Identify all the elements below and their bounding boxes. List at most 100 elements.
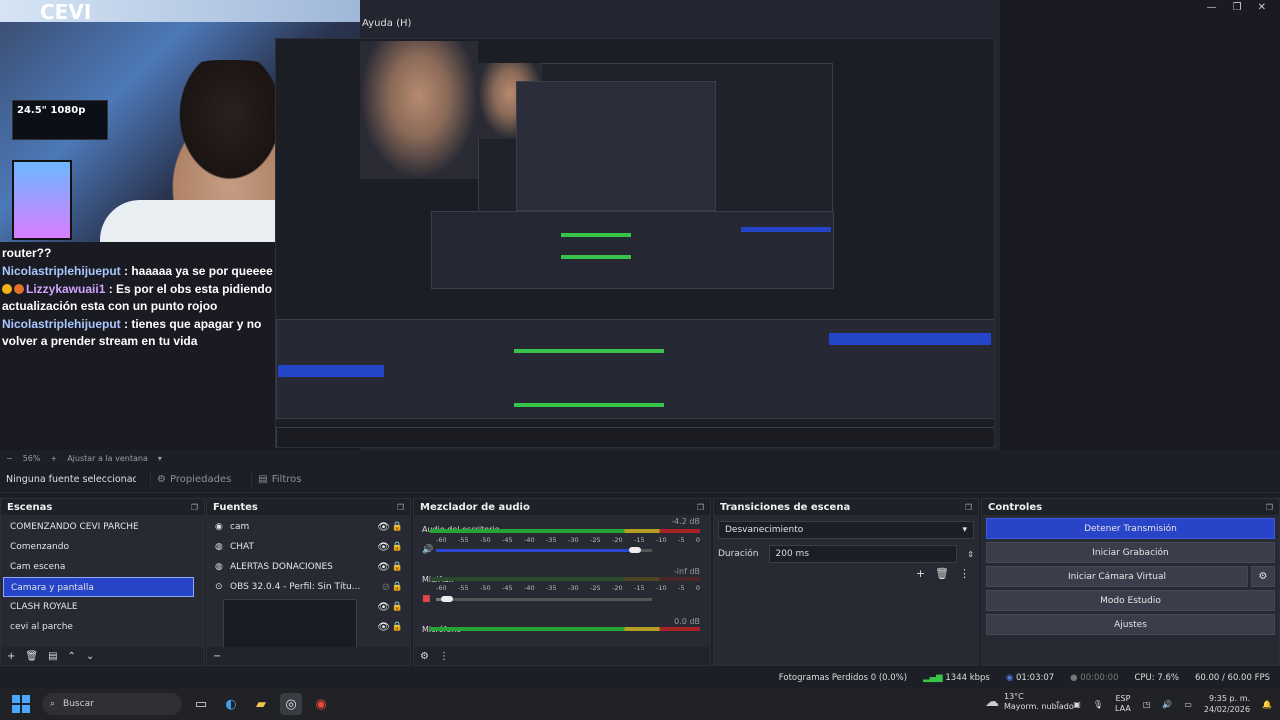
properties-bar: Ninguna fuente seleccionada ⚙ Propiedades…: [0, 467, 1280, 493]
chrome-icon[interactable]: ◉: [310, 693, 332, 715]
nested-stop-btn-2: [829, 333, 991, 345]
language-indicator[interactable]: ESP LAA: [1115, 694, 1131, 714]
eye-icon[interactable]: 👁: [377, 522, 390, 533]
move-down-icon[interactable]: ⌄: [86, 651, 94, 662]
badge-icon: [2, 284, 12, 294]
volume-slider[interactable]: [436, 596, 652, 602]
minimize-icon[interactable]: —: [1207, 2, 1217, 13]
scene-item[interactable]: Comenzando: [3, 537, 194, 557]
slider-knob[interactable]: [628, 547, 641, 553]
volume-meter: [430, 577, 700, 581]
zoom-in-icon[interactable]: +: [50, 454, 57, 463]
lock-icon[interactable]: 🔒: [392, 522, 403, 532]
tick-label: -10: [656, 584, 667, 592]
dock-header: Controles ❐: [982, 499, 1279, 515]
network-icon[interactable]: ◳: [1143, 700, 1151, 709]
duration-row: Duración 200 ms ⇕: [718, 545, 974, 563]
zoom-out-icon[interactable]: −: [6, 454, 13, 463]
filters-button[interactable]: ▤ Filtros: [251, 472, 307, 487]
microphone-icon[interactable]: 🎙: [1093, 700, 1103, 709]
eye-icon[interactable]: 👁: [377, 542, 390, 553]
maximize-icon[interactable]: ❐: [1233, 2, 1242, 13]
notifications-icon[interactable]: 🔔: [1262, 700, 1272, 709]
trash-icon[interactable]: 🗑: [935, 567, 949, 580]
eye-icon[interactable]: 👁: [377, 622, 390, 633]
nested-stop-btn: [741, 227, 831, 232]
mixer-channel: Audio del escritorio -4.2 dB -60-55-50-4…: [414, 515, 710, 565]
dock-title: Escenas: [7, 501, 53, 513]
tick-label: -50: [480, 584, 491, 592]
obs-icon[interactable]: ◎: [280, 693, 302, 715]
tray-app-icon[interactable]: ▣: [1073, 700, 1081, 709]
undock-icon[interactable]: ❐: [191, 503, 198, 512]
lock-icon[interactable]: 🔒: [392, 562, 403, 572]
gear-icon[interactable]: ⚙: [1251, 566, 1275, 587]
source-item[interactable]: ◍ ALERTAS DONACIONES 👁 🔒: [207, 557, 410, 577]
tick-label: -45: [502, 536, 513, 544]
edge-icon[interactable]: ◐: [220, 693, 242, 715]
file-explorer-icon[interactable]: ▰: [250, 693, 272, 715]
slider-knob[interactable]: [440, 596, 453, 602]
stop-stream-button[interactable]: Detener Transmisión: [986, 518, 1275, 539]
undock-icon[interactable]: ❐: [397, 503, 404, 512]
lock-icon[interactable]: 🔒: [392, 582, 403, 592]
scene-item[interactable]: Cam escena: [3, 557, 194, 577]
muted-speaker-icon[interactable]: ■: [422, 594, 431, 604]
taskbar-search[interactable]: ⌕ Buscar: [42, 693, 182, 715]
more-icon[interactable]: ⋮: [959, 567, 970, 580]
source-item[interactable]: ◍ CHAT 👁 🔒: [207, 537, 410, 557]
eye-icon[interactable]: 👁: [377, 562, 390, 573]
source-item[interactable]: ◉ cam 👁 🔒: [207, 517, 410, 537]
search-icon: ⌕: [50, 699, 56, 709]
chevron-up-icon[interactable]: ⌃: [1055, 700, 1062, 709]
lock-icon[interactable]: 🔒: [392, 542, 403, 552]
tick-label: 0: [695, 536, 700, 544]
undock-icon[interactable]: ❐: [1266, 503, 1273, 512]
properties-button[interactable]: ⚙ Propiedades: [150, 472, 237, 487]
settings-button[interactable]: Ajustes: [986, 614, 1275, 635]
chat-message: Nicolastriplehijueput : tienes que apaga…: [2, 317, 262, 348]
bitrate: ▂▄▆ 1344 kbps: [923, 673, 990, 683]
tick-label: -25: [590, 536, 601, 544]
add-icon[interactable]: +: [7, 651, 15, 662]
task-view-icon[interactable]: ▭: [190, 693, 212, 715]
more-icon[interactable]: ⋮: [439, 651, 449, 662]
scene-item[interactable]: cevi al parche: [3, 617, 194, 637]
gear-icon[interactable]: ⚙: [420, 651, 429, 662]
nested-window-inner: [516, 81, 716, 211]
system-tray: ⌃ ▣ 🎙 ESP LAA ◳ 🔊 ▭ 9:35 p. m. 24/02/2026 …: [1055, 688, 1272, 720]
scene-item-selected[interactable]: Camara y pantalla: [3, 577, 194, 597]
chevron-down-icon[interactable]: ▾: [158, 454, 162, 463]
close-icon[interactable]: ✕: [1258, 2, 1266, 13]
stepper-icon[interactable]: ⇕: [967, 550, 974, 559]
studio-mode-button[interactable]: Modo Estudio: [986, 590, 1275, 611]
add-icon[interactable]: +: [916, 567, 925, 580]
clock[interactable]: 9:35 p. m. 24/02/2026: [1204, 693, 1250, 715]
lock-icon[interactable]: 🔒: [392, 622, 403, 632]
windows-start-icon[interactable]: [12, 695, 30, 713]
virtual-camera-button[interactable]: Iniciar Cámara Virtual: [986, 566, 1248, 587]
scene-item[interactable]: COMENZANDO CEVI PARCHE: [3, 517, 194, 537]
remove-icon[interactable]: −: [213, 651, 221, 662]
undock-icon[interactable]: ❐: [965, 503, 972, 512]
eye-hidden-icon[interactable]: ⊘: [382, 582, 390, 593]
nested-cam: [360, 41, 478, 179]
source-item[interactable]: ⊙ OBS 32.0.4 - Perfil: Sin Títu... ⊘ 🔒: [207, 577, 410, 597]
nested-screen: [275, 38, 995, 448]
trash-icon[interactable]: 🗑: [25, 651, 38, 662]
volume-slider[interactable]: [436, 547, 652, 553]
speaker-icon[interactable]: 🔊: [422, 545, 433, 555]
preview-canvas[interactable]: CEVI 24.5" 1080p router?? Nicolastripleh…: [0, 0, 1280, 450]
eye-icon[interactable]: 👁: [377, 602, 390, 613]
duration-input[interactable]: 200 ms: [768, 545, 958, 563]
battery-icon[interactable]: ▭: [1184, 700, 1192, 709]
transition-select[interactable]: Desvanecimiento ▾: [718, 521, 974, 539]
filter-icon[interactable]: ▤: [48, 651, 57, 662]
move-up-icon[interactable]: ⌃: [68, 651, 76, 662]
volume-icon[interactable]: 🔊: [1162, 700, 1172, 709]
undock-icon[interactable]: ❐: [697, 503, 704, 512]
zoom-fit[interactable]: Ajustar a la ventana: [67, 454, 148, 463]
scene-item[interactable]: CLASH ROYALE: [3, 597, 194, 617]
lock-icon[interactable]: 🔒: [392, 602, 403, 612]
start-recording-button[interactable]: Iniciar Grabación: [986, 542, 1275, 563]
